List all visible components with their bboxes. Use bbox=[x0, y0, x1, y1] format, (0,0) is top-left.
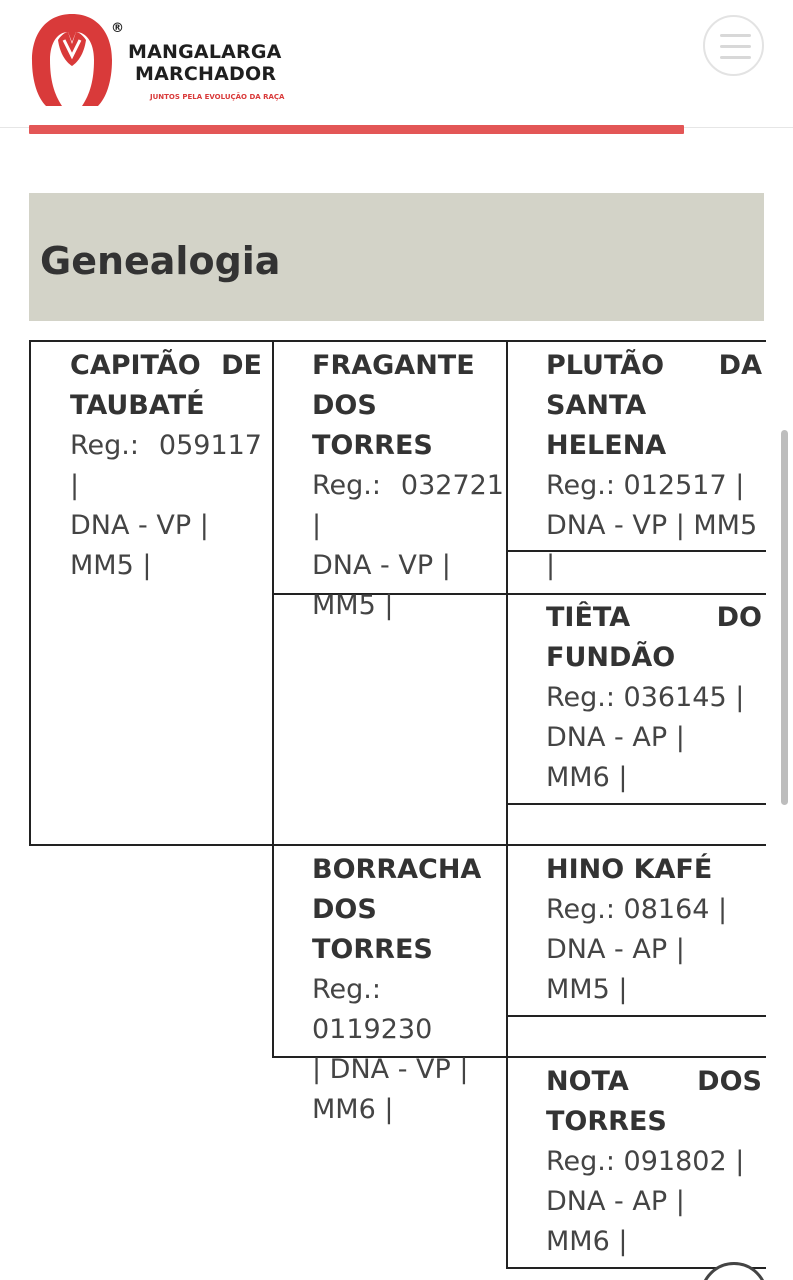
horse-detail: DNA - VP | bbox=[312, 550, 451, 581]
header-accent-bar bbox=[29, 125, 684, 134]
horse-name: HINO KAFÉ bbox=[546, 854, 713, 885]
horse-detail: Reg.: 036145 | bbox=[546, 682, 745, 713]
horse-name: DOS TORRES bbox=[312, 894, 433, 965]
horse-name: DOS TORRES bbox=[312, 390, 433, 461]
pedigree-dam-sire[interactable]: HINO KAFÉ Reg.: 08164 | DNA - AP | MM5 | bbox=[546, 850, 762, 1010]
scrollbar[interactable] bbox=[781, 430, 788, 805]
horse-detail: MM5 | bbox=[312, 590, 394, 621]
horse-detail: Reg.: 091802 | bbox=[546, 1146, 745, 1177]
pedigree-box-sire-lower bbox=[272, 593, 508, 846]
registered-mark: ® bbox=[111, 21, 124, 36]
horse-detail: | bbox=[546, 550, 556, 581]
brand-tagline: JUNTOS PELA EVOLUÇÃO DA RAÇA bbox=[150, 93, 285, 101]
pedigree-sire-sire[interactable]: PLUTÃO DA SANTA HELENA Reg.: 012517 | DN… bbox=[546, 346, 762, 586]
horse-detail: MM5 | bbox=[70, 550, 152, 581]
horse-detail: MM6 | bbox=[546, 762, 628, 793]
horse-detail: Reg.: 0119230 bbox=[312, 974, 433, 1045]
horse-name: PLUTÃO DA bbox=[546, 350, 762, 381]
horse-detail: MM5 | bbox=[546, 974, 628, 1005]
pedigree-dam[interactable]: BORRACHA DOS TORRES Reg.: 0119230 | DNA … bbox=[312, 850, 504, 1130]
brand-name-line2: MARCHADOR bbox=[135, 63, 277, 85]
horse-detail: DNA - AP | bbox=[546, 722, 685, 753]
pedigree-animal[interactable]: CAPITÃO DE TAUBATÉ Reg.: 059117 | DNA - … bbox=[70, 346, 262, 586]
horse-detail: MM6 | bbox=[312, 1094, 394, 1125]
horse-detail: Reg.: 032721 | bbox=[312, 470, 504, 541]
horse-detail: DNA - VP | bbox=[70, 510, 209, 541]
horse-name: CAPITÃO DE bbox=[70, 350, 262, 381]
horse-name: BORRACHA bbox=[312, 854, 482, 885]
horse-name: TAUBATÉ bbox=[70, 390, 205, 421]
horse-name: TIÊTA DO bbox=[546, 602, 762, 633]
horse-detail: MM6 | bbox=[546, 1226, 628, 1257]
horse-name: NOTA DOS bbox=[546, 1066, 762, 1097]
pedigree-sire[interactable]: FRAGANTE DOS TORRES Reg.: 032721 | DNA -… bbox=[312, 346, 504, 626]
pedigree-box-dam-sire-spacer bbox=[506, 1015, 766, 1058]
section-header: Genealogia bbox=[29, 193, 764, 321]
pedigree-dam-dam[interactable]: NOTA DOS TORRES Reg.: 091802 | DNA - AP … bbox=[546, 1062, 762, 1262]
site-header: ® MANGALARGA MARCHADOR JUNTOS PELA EVOLU… bbox=[0, 0, 793, 128]
section-title: Genealogia bbox=[40, 239, 281, 283]
horseshoe-logo-icon[interactable] bbox=[28, 10, 116, 110]
horse-detail: Reg.: 08164 | bbox=[546, 894, 728, 925]
horse-detail: | DNA - VP | bbox=[312, 1054, 469, 1085]
menu-line bbox=[720, 45, 751, 48]
horse-name: TORRES bbox=[546, 1106, 667, 1137]
menu-line bbox=[720, 56, 751, 59]
horse-name: SANTA HELENA bbox=[546, 390, 667, 461]
horse-detail: DNA - VP | MM5 bbox=[546, 510, 758, 541]
horse-detail: DNA - AP | bbox=[546, 934, 685, 965]
menu-line bbox=[720, 34, 751, 37]
horse-detail: Reg.: 059117 | bbox=[70, 430, 262, 501]
horse-name: FRAGANTE bbox=[312, 350, 475, 381]
horse-detail: DNA - AP | bbox=[546, 1186, 685, 1217]
horse-name: FUNDÃO bbox=[546, 642, 676, 673]
hamburger-menu-icon[interactable] bbox=[703, 15, 764, 76]
horse-detail: Reg.: 012517 | bbox=[546, 470, 745, 501]
pedigree-sire-dam[interactable]: TIÊTA DO FUNDÃO Reg.: 036145 | DNA - AP … bbox=[546, 598, 762, 798]
brand-name-line1: MANGALARGA bbox=[128, 41, 282, 63]
